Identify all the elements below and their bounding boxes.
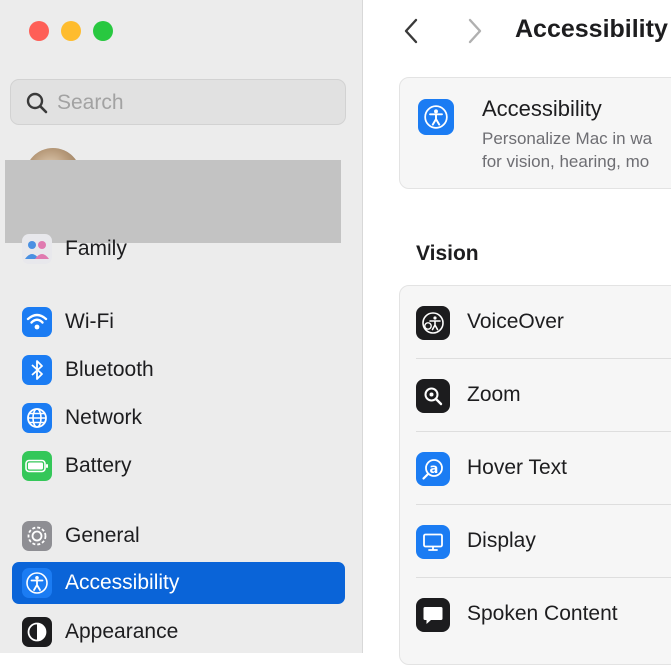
- row-spoken-content[interactable]: Spoken Content: [400, 578, 671, 651]
- search-icon: [26, 92, 48, 114]
- spoken-content-icon: [416, 598, 450, 632]
- bluetooth-icon: [22, 355, 52, 385]
- sidebar-item-label: General: [65, 524, 140, 547]
- hover-text-icon: a: [416, 452, 450, 486]
- header-card-description-line: for vision, hearing, mo: [482, 152, 650, 171]
- minimize-button[interactable]: [61, 21, 81, 41]
- row-display[interactable]: Display: [400, 505, 671, 578]
- search-placeholder: Search: [57, 91, 124, 114]
- appearance-icon: [22, 617, 52, 647]
- row-label: Hover Text: [467, 456, 567, 479]
- header-card-description: Personalize Mac in wa for vision, hearin…: [482, 127, 652, 173]
- family-icon: [22, 234, 52, 264]
- globe-icon: [22, 403, 52, 433]
- back-button[interactable]: [401, 16, 423, 46]
- sidebar-item-general[interactable]: General: [12, 515, 345, 557]
- close-button[interactable]: [29, 21, 49, 41]
- header-card-title: Accessibility: [482, 96, 602, 121]
- sidebar-item-label: Network: [65, 406, 143, 429]
- sidebar-item-family[interactable]: Family: [12, 228, 345, 270]
- row-label: Display: [467, 529, 536, 552]
- gear-icon: [22, 521, 52, 551]
- display-icon: [416, 525, 450, 559]
- sidebar-item-label: Wi-Fi: [65, 310, 114, 333]
- sidebar-item-label: Battery: [65, 454, 132, 477]
- accessibility-icon: [418, 99, 454, 135]
- header-card-description-line: Personalize Mac in wa: [482, 129, 653, 148]
- sidebar: Search Family Wi-Fi Bluetooth Network Ba…: [0, 0, 363, 653]
- accessibility-icon: [22, 568, 52, 598]
- row-label: Zoom: [467, 383, 521, 406]
- search-field[interactable]: Search: [10, 79, 346, 125]
- sidebar-item-label: Accessibility: [65, 571, 180, 594]
- vision-settings-list: VoiceOver Zoom a Hover Text Display Spok…: [399, 285, 671, 665]
- sidebar-item-label: Family: [65, 237, 127, 260]
- sidebar-item-label: Appearance: [65, 620, 179, 643]
- sidebar-item-bluetooth[interactable]: Bluetooth: [12, 349, 345, 391]
- row-hover-text[interactable]: a Hover Text: [400, 432, 671, 505]
- row-label: VoiceOver: [467, 310, 564, 333]
- sidebar-item-wifi[interactable]: Wi-Fi: [12, 301, 345, 343]
- sidebar-item-label: Bluetooth: [65, 358, 154, 381]
- row-zoom[interactable]: Zoom: [400, 359, 671, 432]
- sidebar-item-appearance[interactable]: Appearance: [12, 611, 345, 653]
- svg-text:a: a: [430, 462, 439, 477]
- row-label: Spoken Content: [467, 602, 618, 625]
- zoom-button[interactable]: [93, 21, 113, 41]
- battery-icon: [22, 451, 52, 481]
- section-label-vision: Vision: [416, 242, 479, 265]
- sidebar-item-accessibility[interactable]: Accessibility: [12, 562, 345, 604]
- window-controls: [29, 21, 113, 41]
- wifi-icon: [22, 307, 52, 337]
- voiceover-icon: [416, 306, 450, 340]
- row-voiceover[interactable]: VoiceOver: [400, 286, 671, 359]
- page-title: Accessibility: [515, 15, 668, 43]
- zoom-icon: [416, 379, 450, 413]
- header-card: Accessibility Personalize Mac in wa for …: [399, 77, 671, 189]
- main-pane: Accessibility Accessibility Personalize …: [363, 0, 671, 665]
- sidebar-item-battery[interactable]: Battery: [12, 445, 345, 487]
- forward-button[interactable]: [463, 16, 485, 46]
- sidebar-item-network[interactable]: Network: [12, 397, 345, 439]
